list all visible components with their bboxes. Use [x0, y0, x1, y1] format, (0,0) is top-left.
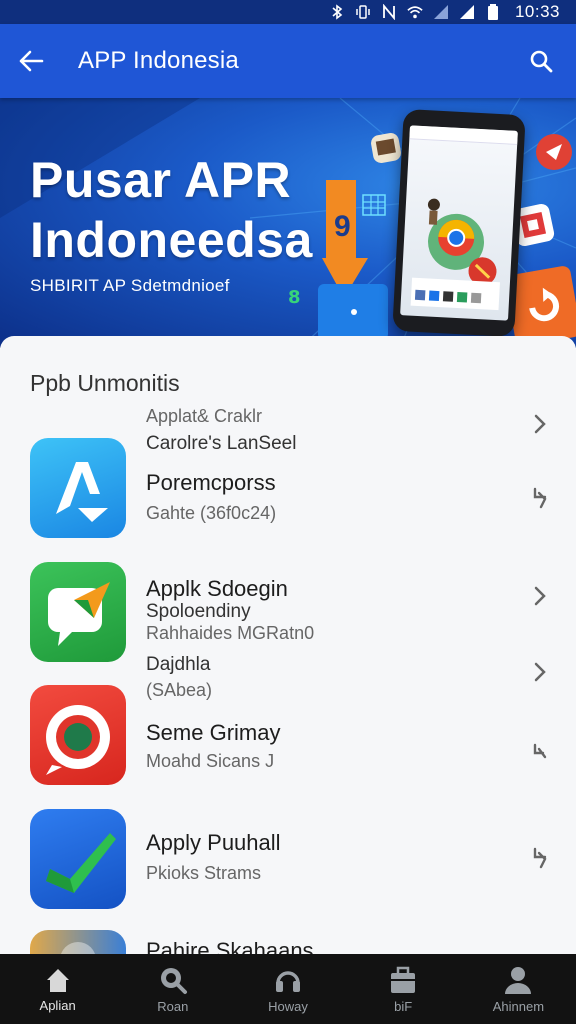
- phone-illustration: [392, 108, 526, 338]
- briefcase-icon: [391, 966, 416, 993]
- nav-item-library[interactable]: biF: [346, 954, 461, 1024]
- chevron-right-icon[interactable]: [528, 584, 552, 608]
- signal-icon: [459, 4, 475, 20]
- list-item-title[interactable]: Seme Grimay: [146, 720, 280, 746]
- sparkle-icon: 8: [286, 286, 306, 308]
- signal-icon: [433, 4, 449, 20]
- search-icon: [160, 967, 187, 994]
- list-text: Dajdhla: [146, 654, 211, 675]
- nav-label: Ahinnem: [492, 998, 545, 1014]
- phone-screen: [400, 125, 518, 321]
- svg-text:9: 9: [334, 210, 351, 243]
- list-item-subtitle: Moahd Sicans J: [146, 751, 275, 771]
- check-app-icon[interactable]: [30, 809, 126, 909]
- camera-app-icon[interactable]: [30, 685, 126, 785]
- list-item-title[interactable]: Poremcporss: [146, 470, 276, 496]
- orange-arrow-icon: 9: [322, 180, 368, 298]
- nav-item-search[interactable]: Roan: [115, 954, 230, 1024]
- list-item-title[interactable]: Applk Sdoegin: [146, 576, 288, 602]
- status-bar: 10:33: [0, 0, 576, 24]
- list-item-subtitle: Pkioks Strams: [146, 863, 262, 883]
- person-icon: [505, 966, 532, 994]
- photo-icon: [369, 131, 403, 165]
- nav-label: Aplian: [39, 997, 76, 1013]
- search-icon: [530, 50, 553, 73]
- back-button[interactable]: [0, 24, 62, 98]
- list-item-title[interactable]: Apply Puuhall: [146, 830, 281, 856]
- chevron-right-icon[interactable]: [528, 412, 552, 436]
- list-item-subtitle: Rahhaides MGRatn0: [146, 623, 315, 643]
- app-bar-title: APP Indonesia: [78, 47, 239, 74]
- headset-icon: [276, 970, 300, 992]
- banner-subtitle: SHBIRIT AP Sdetmdnioef: [30, 276, 230, 295]
- chevron-right-icon[interactable]: [528, 660, 552, 684]
- nav-item-support[interactable]: Howay: [230, 954, 345, 1024]
- app-bar: APP Indonesia: [0, 24, 576, 98]
- blue-square-icon: [318, 284, 388, 340]
- nav-item-profile[interactable]: Ahinnem: [461, 954, 576, 1024]
- banner-title-line1: Pusar APR: [30, 152, 292, 208]
- nav-label: Roan: [157, 998, 189, 1014]
- bluetooth-icon: [329, 4, 345, 20]
- expand-icon[interactable]: [528, 846, 552, 870]
- chrome-style-icon: [536, 134, 572, 170]
- nav-item-home[interactable]: Aplian: [0, 954, 115, 1024]
- hero-banner[interactable]: 9 8 Pusar APR Indoneedsa SHBIRIT AP Sdet…: [0, 98, 576, 348]
- expand-icon[interactable]: [528, 740, 552, 764]
- grid-icon: [362, 194, 386, 216]
- status-time: 10:33: [514, 2, 560, 21]
- search-button[interactable]: [506, 24, 576, 98]
- banner-title: Pusar APR Indoneedsa: [30, 150, 313, 270]
- app-icon-partial[interactable]: [30, 930, 126, 956]
- list-item-subtitle: Gahte (36f0c24): [146, 503, 277, 523]
- app-list-sheet: Ppb Unmonitis Applat& Craklr Carolre's L…: [0, 336, 576, 956]
- nav-label: Howay: [268, 998, 308, 1014]
- section-title: Ppb Unmonitis: [30, 370, 180, 396]
- nfc-icon: [381, 4, 397, 20]
- screen: 10:33 APP Indonesia 9 8 Pusar APR Indone…: [0, 0, 576, 1024]
- expand-icon[interactable]: [528, 486, 552, 510]
- battery-icon: [485, 4, 501, 20]
- bottom-navigation: Aplian Roan Howay biF Ahinnem: [0, 954, 576, 1024]
- home-icon: [46, 968, 69, 992]
- banner-title-line2: Indoneedsa: [30, 212, 313, 268]
- list-text: Spoloendiny: [146, 601, 251, 622]
- svg-text:8: 8: [288, 287, 301, 306]
- vibrate-icon: [355, 4, 371, 20]
- list-text: Carolre's LanSeel: [146, 433, 297, 454]
- wifi-icon: [407, 4, 423, 20]
- chat-app-icon[interactable]: [30, 562, 126, 662]
- list-text: Applat& Craklr: [146, 406, 263, 426]
- list-item-subtitle: (SAbea): [146, 680, 213, 700]
- nav-label: biF: [394, 998, 413, 1014]
- app-store-icon[interactable]: [30, 438, 126, 538]
- arrow-left-icon: [19, 50, 44, 72]
